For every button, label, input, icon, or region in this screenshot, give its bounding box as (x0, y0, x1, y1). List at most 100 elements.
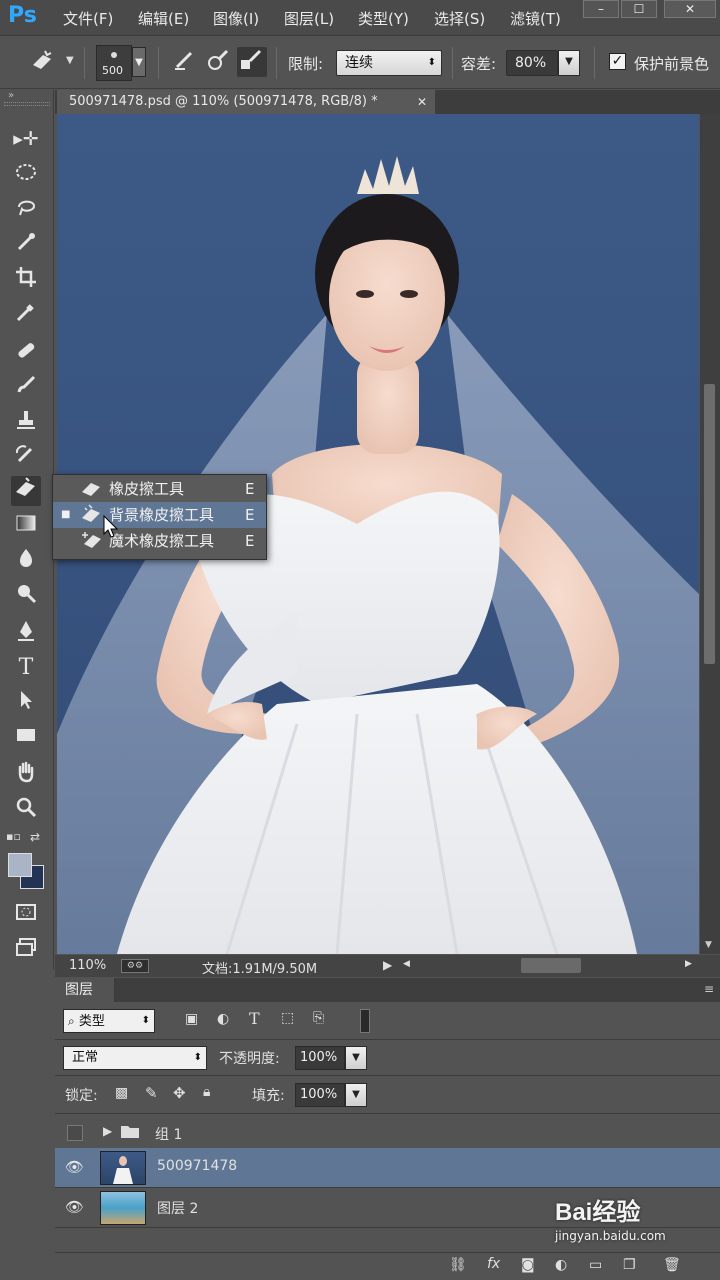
eyedropper-tool-icon[interactable] (11, 300, 41, 330)
move-tool-icon[interactable]: ▸✛ (11, 124, 41, 154)
lock-position-icon[interactable]: ✥ (173, 1084, 186, 1102)
pen-tool-icon[interactable] (11, 618, 41, 648)
limit-select[interactable]: 连续 ⬍ (336, 50, 442, 76)
blend-mode-select[interactable]: 正常 ⬍ (63, 1046, 207, 1070)
menu-image[interactable]: 图像(I) (213, 8, 259, 29)
gradient-tool-icon[interactable] (11, 511, 41, 541)
brush-preview[interactable]: 500 (96, 45, 132, 81)
path-selection-tool-icon[interactable] (11, 688, 41, 718)
eraser-tool-icon[interactable] (11, 476, 41, 506)
menu-edit[interactable]: 编辑(E) (138, 8, 189, 29)
menu-file[interactable]: 文件(F) (63, 8, 113, 29)
history-brush-tool-icon[interactable] (11, 443, 41, 473)
layers-tab[interactable]: 图层 (55, 978, 115, 1002)
filter-toggle[interactable] (360, 1009, 370, 1033)
brush-tool-icon[interactable] (11, 373, 41, 403)
dodge-tool-icon[interactable] (11, 581, 41, 611)
timing-icon[interactable]: ⚙⚙ (121, 959, 149, 973)
protect-foreground-checkbox[interactable]: ✓ (609, 53, 626, 70)
marquee-tool-icon[interactable] (11, 160, 41, 190)
blur-tool-icon[interactable] (11, 546, 41, 576)
flyout-item-eraser[interactable]: 橡皮擦工具 E (53, 476, 266, 502)
filter-type-label: 类型 (78, 1014, 105, 1029)
filter-type-select[interactable]: ⌕ 类型 ⬍ (63, 1009, 155, 1033)
visibility-toggle[interactable] (67, 1125, 83, 1141)
fill-slider-arrow-icon[interactable]: ▼ (345, 1083, 367, 1107)
tolerance-input[interactable]: 80% (506, 50, 558, 76)
close-tab-icon[interactable]: ✕ (417, 90, 427, 114)
lock-transparency-icon[interactable]: ▩ (115, 1085, 128, 1101)
menu-select[interactable]: 选择(S) (434, 8, 485, 29)
filter-smart-object-icon[interactable]: ⎘ (313, 1010, 324, 1026)
foreground-color-swatch[interactable] (8, 853, 32, 877)
sampling-continuous-icon[interactable] (170, 47, 200, 77)
lock-all-icon[interactable]: 🔒︎ (203, 1084, 210, 1100)
fill-input[interactable]: 100% (295, 1083, 345, 1107)
close-button[interactable]: ✕ (664, 0, 716, 18)
eye-icon[interactable]: 👁︎ (65, 1158, 84, 1176)
menu-filter[interactable]: 滤镜(T) (510, 8, 561, 29)
rectangle-tool-icon[interactable] (11, 723, 41, 753)
filter-adjustment-icon[interactable]: ◐ (217, 1011, 229, 1027)
adjustment-layer-icon[interactable]: ◐ (555, 1257, 567, 1273)
scroll-right-arrow-icon[interactable]: ▶ (685, 959, 692, 969)
expand-arrow-icon[interactable]: ▶ (103, 1124, 112, 1138)
filter-shape-icon[interactable]: ⬚ (281, 1010, 294, 1026)
link-layers-icon[interactable]: ⛓︎ (449, 1257, 467, 1273)
sampling-once-icon[interactable] (204, 47, 234, 77)
quick-selection-tool-icon[interactable] (11, 230, 41, 260)
eye-icon[interactable]: 👁︎ (65, 1198, 84, 1216)
minimize-button[interactable]: – (583, 0, 619, 18)
add-mask-icon[interactable]: ◙ (521, 1257, 535, 1273)
vertical-scroll-thumb[interactable] (704, 384, 715, 664)
lock-pixels-icon[interactable]: ✎ (145, 1084, 158, 1102)
panel-menu-icon[interactable]: ≡ (704, 982, 714, 996)
filter-pixel-icon[interactable]: ▣ (185, 1011, 198, 1027)
filter-type-icon[interactable]: T (249, 1009, 260, 1028)
maximize-button[interactable]: ☐ (621, 0, 657, 18)
swap-colors-icon[interactable]: ⇄ (30, 830, 40, 844)
layers-bottom-bar: ⛓︎ fx ◙ ◐ ▭ ❐ 🗑︎ (55, 1252, 720, 1280)
opacity-value: 100% (300, 1050, 338, 1065)
hand-tool-icon[interactable] (11, 760, 41, 790)
layer-row-selected[interactable]: 👁︎ 500971478 (55, 1148, 720, 1188)
tolerance-slider-arrow-icon[interactable]: ▼ (558, 50, 580, 76)
scroll-left-arrow-icon[interactable]: ◀ (403, 959, 410, 969)
opacity-slider-arrow-icon[interactable]: ▼ (345, 1046, 367, 1070)
status-menu-arrow-icon[interactable]: ▶ (383, 958, 392, 972)
horizontal-scroll-thumb[interactable] (521, 958, 581, 973)
brush-picker-arrow-icon[interactable]: ▼ (132, 47, 146, 77)
toolbox-grip[interactable] (4, 102, 50, 106)
collapse-panel-icon[interactable]: » (8, 90, 14, 101)
zoom-level[interactable]: 110% (69, 958, 106, 973)
sampling-swatch-icon[interactable] (237, 47, 267, 77)
new-layer-icon[interactable]: ❐ (623, 1257, 636, 1273)
flyout-item-magic-eraser[interactable]: 魔术橡皮擦工具 E (53, 528, 266, 554)
screen-mode-icon[interactable] (11, 935, 41, 965)
zoom-tool-icon[interactable] (11, 795, 41, 825)
fx-icon[interactable]: fx (487, 1256, 500, 1272)
flyout-item-background-eraser[interactable]: ■ 背景橡皮擦工具 E (53, 502, 266, 528)
new-group-icon[interactable]: ▭ (589, 1257, 602, 1273)
app-logo: Ps (8, 3, 37, 28)
vertical-scrollbar[interactable]: ▼ (700, 114, 720, 954)
document-tab[interactable]: 500971478.psd @ 110% (500971478, RGB/8) … (57, 90, 435, 114)
quick-mask-icon[interactable] (11, 900, 41, 930)
crop-tool-icon[interactable] (11, 265, 41, 295)
healing-brush-tool-icon[interactable] (11, 338, 41, 368)
layer-name: 500971478 (157, 1158, 238, 1174)
tool-preset-arrow-icon[interactable]: ▼ (66, 55, 74, 66)
scroll-down-arrow-icon[interactable]: ▼ (705, 940, 712, 950)
menu-type[interactable]: 类型(Y) (358, 8, 409, 29)
opacity-label: 不透明度: (219, 1051, 280, 1067)
current-tool-icon[interactable] (28, 47, 58, 77)
folder-icon (120, 1123, 140, 1143)
opacity-input[interactable]: 100% (295, 1046, 345, 1070)
default-colors-icon[interactable]: ▪▫ (6, 830, 21, 843)
type-tool-icon[interactable]: T (11, 653, 41, 683)
clone-stamp-tool-icon[interactable] (11, 408, 41, 438)
lasso-tool-icon[interactable] (11, 195, 41, 225)
blend-mode-value: 正常 (72, 1050, 99, 1065)
delete-layer-icon[interactable]: 🗑︎ (663, 1257, 681, 1273)
menu-layer[interactable]: 图层(L) (284, 8, 334, 29)
